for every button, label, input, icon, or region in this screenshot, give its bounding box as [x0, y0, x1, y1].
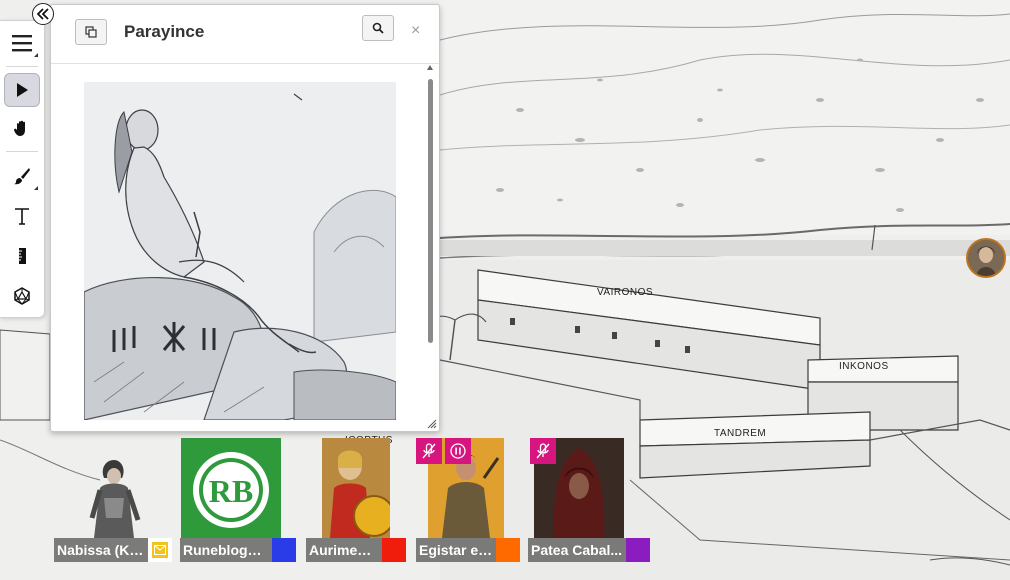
popout-button[interactable] [75, 19, 107, 45]
player-color-swatch [626, 538, 650, 562]
measure-tool-button[interactable] [4, 239, 40, 273]
paused-badge [445, 438, 471, 464]
toolbar-divider [6, 151, 38, 152]
player-color-swatch [382, 538, 406, 562]
scroll-up-icon[interactable] [427, 65, 433, 70]
toolbar-divider [6, 66, 38, 67]
mic-muted-icon [422, 443, 436, 459]
player-card-nabissa[interactable]: Nabissa (Ka... [54, 438, 172, 562]
handout-panel: Parayince × [50, 4, 440, 432]
dice-tool-button[interactable] [4, 279, 40, 313]
handout-scrollbar[interactable] [427, 65, 435, 415]
pause-icon [450, 443, 466, 459]
hand-icon [14, 120, 25, 136]
player-card-aurimenas[interactable]: Aurimenas [306, 438, 406, 562]
brush-icon [14, 168, 30, 185]
handout-header: Parayince × [51, 5, 439, 64]
map-label-tandrem: TANDREM [714, 428, 767, 439]
draw-tool-button[interactable] [4, 159, 40, 193]
handout-title: Parayince [124, 22, 205, 41]
scrollbar-thumb[interactable] [428, 79, 433, 343]
avatar [64, 448, 164, 538]
player-name: Runeblogger [180, 538, 272, 562]
handout-image [84, 82, 396, 420]
map-token[interactable] [966, 238, 1006, 278]
resize-grip-icon[interactable] [427, 419, 437, 429]
popout-icon [85, 26, 97, 38]
menu-tool-button[interactable] [4, 26, 40, 60]
collapse-toolbar-button[interactable] [32, 3, 54, 25]
player-name: Aurimenas [306, 538, 382, 562]
search-icon [372, 22, 384, 34]
player-color-swatch [148, 538, 172, 562]
submenu-indicator-icon [34, 53, 38, 57]
parayince-illustration [84, 82, 396, 420]
map-label-inkonos: INKONOS [839, 361, 889, 372]
muted-badge [530, 438, 556, 464]
runeblogger-logo-text: RB [209, 473, 253, 509]
player-name: Patea Cabal... [528, 538, 626, 562]
player-color-swatch [496, 538, 520, 562]
text-tool-button[interactable] [4, 199, 40, 233]
d20-icon [14, 287, 30, 305]
avatar [322, 438, 390, 538]
player-card-egistar[interactable]: Egistar el ... [416, 438, 520, 562]
double-chevron-left-icon [37, 8, 49, 20]
player-card-runeblogger[interactable]: RB Runeblogger [180, 438, 296, 562]
avatar: RB [181, 438, 281, 538]
player-card-patea[interactable]: Patea Cabal... [528, 438, 650, 562]
select-tool-button[interactable] [4, 73, 40, 107]
close-button[interactable]: × [411, 23, 420, 39]
text-icon [15, 208, 29, 225]
toolbar [0, 20, 45, 318]
search-button[interactable] [362, 15, 394, 41]
muted-badge [416, 438, 442, 464]
envelope-icon [152, 542, 168, 558]
map-label-vaironos: VAIRONOS [597, 287, 654, 298]
pan-tool-button[interactable] [4, 111, 40, 145]
player-name: Nabissa (Ka... [54, 538, 148, 562]
cursor-icon [17, 83, 28, 97]
hamburger-icon [12, 35, 32, 52]
player-name: Egistar el ... [416, 538, 496, 562]
mic-muted-icon [536, 443, 550, 459]
ruler-icon [19, 248, 26, 264]
submenu-indicator-icon [34, 186, 38, 190]
player-color-swatch [272, 538, 296, 562]
